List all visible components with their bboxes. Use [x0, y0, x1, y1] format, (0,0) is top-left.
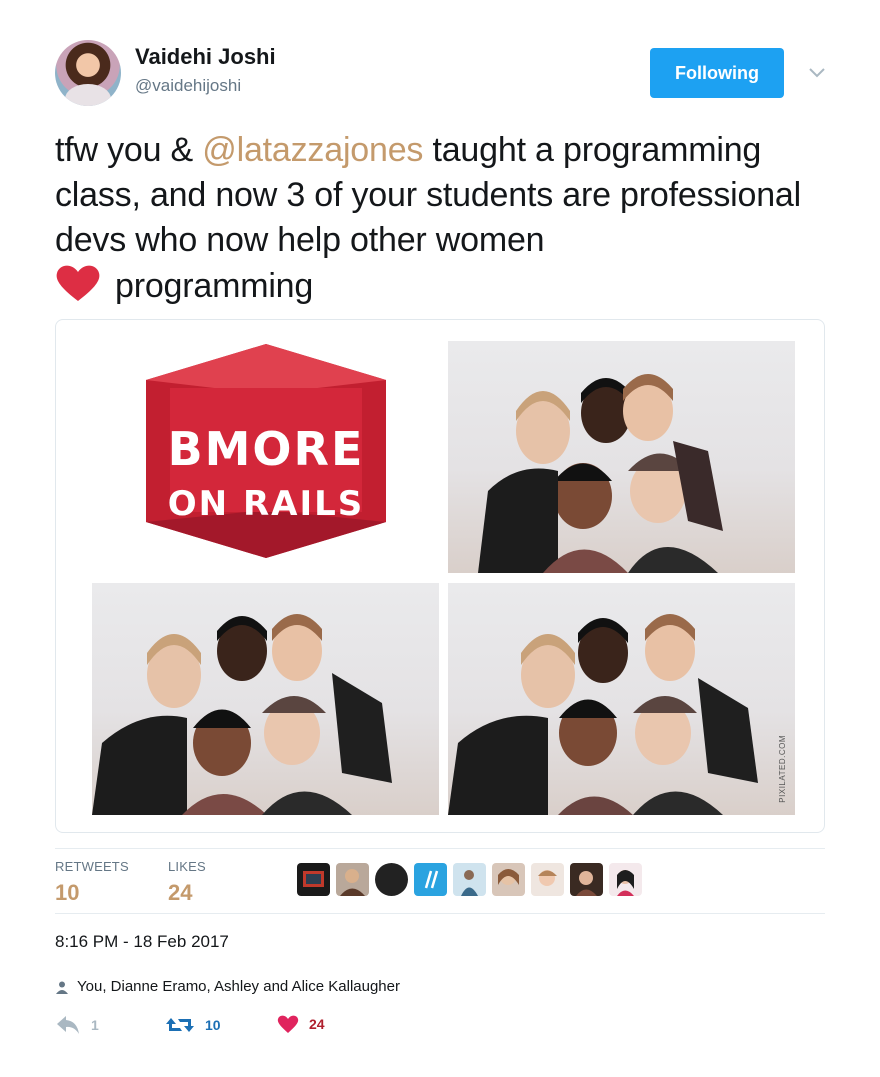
logo-line-2: ON RAILS	[167, 484, 365, 524]
author-avatar[interactable]	[55, 40, 121, 106]
tweet-header: Vaidehi Joshi @vaidehijoshi Following	[55, 40, 835, 110]
likes-label: LIKES	[168, 859, 206, 874]
author-name[interactable]: Vaidehi Joshi	[135, 44, 276, 70]
photo-watermark: PIXILATED.COM	[778, 735, 787, 803]
tweet-timestamp[interactable]: 8:16 PM - 18 Feb 2017	[55, 932, 229, 952]
reply-icon[interactable]	[55, 1014, 81, 1036]
group-photo-2[interactable]	[92, 583, 439, 815]
liker-avatar[interactable]	[297, 863, 330, 896]
user-icon	[56, 981, 68, 994]
tweet-stats: RETWEETS 10 LIKES 24	[55, 848, 825, 914]
liker-avatar[interactable]	[375, 863, 408, 896]
mention-link[interactable]: @latazzajones	[202, 131, 423, 169]
like-action[interactable]: 24	[277, 1014, 325, 1034]
liker-avatar[interactable]	[453, 863, 486, 896]
group-photo-1[interactable]	[448, 341, 795, 573]
tweet-actions: 1 10 24	[55, 1014, 455, 1040]
group-photo-3[interactable]: PIXILATED.COM	[448, 583, 795, 815]
retweet-action[interactable]: 10	[165, 1014, 221, 1036]
retweets-label: RETWEETS	[55, 859, 129, 874]
liker-avatar[interactable]	[336, 863, 369, 896]
bmore-on-rails-logo[interactable]: BMORE ON RAILS	[146, 344, 386, 558]
heart-emoji-icon	[56, 265, 100, 301]
retweets-count: 10	[55, 880, 80, 905]
liker-avatar[interactable]	[531, 863, 564, 896]
retweet-count: 10	[205, 1017, 221, 1033]
liker-avatar[interactable]	[570, 863, 603, 896]
social-context-text[interactable]: You, Dianne Eramo, Ashley and Alice Kall…	[77, 978, 400, 995]
chevron-down-icon[interactable]	[807, 62, 827, 82]
social-context: You, Dianne Eramo, Ashley and Alice Kall…	[55, 978, 400, 995]
logo-line-1: BMORE	[167, 422, 365, 476]
like-count: 24	[309, 1016, 325, 1032]
tweet-text-part: tfw you &	[55, 131, 203, 169]
liker-avatar[interactable]	[609, 863, 642, 896]
likes-stat[interactable]: LIKES 24	[168, 859, 206, 906]
author-handle[interactable]: @vaidehijoshi	[135, 76, 241, 96]
heart-icon[interactable]	[277, 1014, 299, 1034]
liker-avatar[interactable]	[414, 863, 447, 896]
tweet-text-part: programming	[115, 267, 314, 305]
reply-action[interactable]: 1	[55, 1014, 99, 1036]
likes-count: 24	[168, 880, 193, 905]
retweet-icon[interactable]	[165, 1014, 195, 1036]
retweets-stat[interactable]: RETWEETS 10	[55, 859, 129, 906]
liker-avatars	[297, 863, 642, 897]
media-grid[interactable]: BMORE ON RAILS PIXILATED.COM	[55, 319, 825, 833]
liker-avatar[interactable]	[492, 863, 525, 896]
reply-count: 1	[91, 1017, 99, 1033]
tweet-text: tfw you & @latazzajones taught a program…	[55, 128, 845, 309]
following-button[interactable]: Following	[650, 48, 784, 98]
